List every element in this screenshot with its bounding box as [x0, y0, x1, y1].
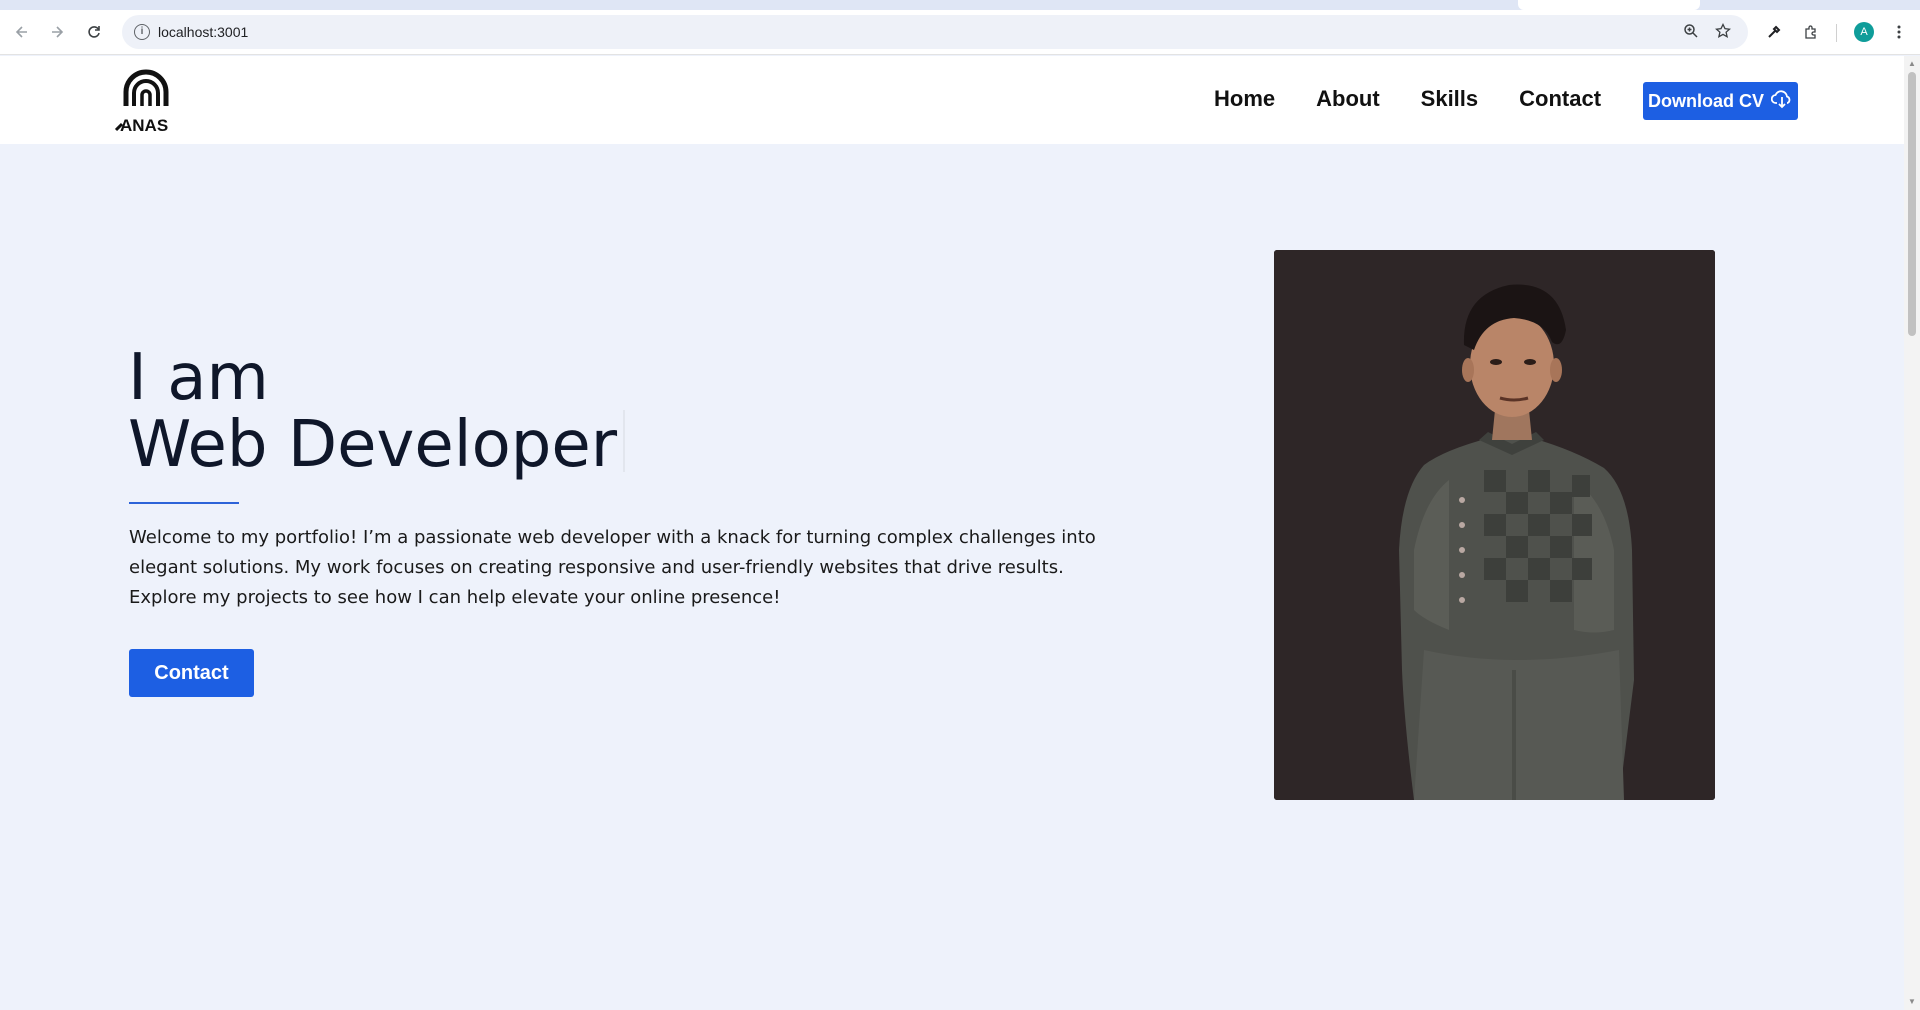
eyedropper-icon[interactable]	[1763, 21, 1785, 43]
zoom-icon[interactable]	[1682, 23, 1700, 41]
hero-title-line1: I am	[128, 341, 269, 415]
active-tab[interactable]	[1518, 0, 1700, 10]
profile-photo	[1274, 250, 1715, 800]
logo-text: ANAS	[120, 116, 168, 134]
url-text[interactable]: localhost:3001	[158, 24, 248, 40]
nav-skills[interactable]: Skills	[1421, 86, 1478, 112]
download-cv-button[interactable]: Download CV	[1643, 82, 1798, 120]
download-cv-label: Download CV	[1648, 90, 1764, 111]
nav-contact[interactable]: Contact	[1519, 86, 1601, 112]
page-scrollbar[interactable]: ▲ ▼	[1904, 56, 1920, 1010]
address-bar[interactable]: i localhost:3001	[122, 15, 1748, 49]
scrollbar-thumb[interactable]	[1908, 72, 1916, 336]
site-info-icon[interactable]: i	[134, 24, 150, 40]
profile-avatar[interactable]: A	[1854, 22, 1874, 42]
scroll-up-arrow-icon[interactable]: ▲	[1908, 60, 1916, 68]
back-icon[interactable]	[11, 21, 33, 43]
nav-links: Home About Skills Contact	[1214, 86, 1642, 112]
nav-about[interactable]: About	[1316, 86, 1380, 112]
hero-title: I am Web Developer	[128, 341, 626, 477]
site-navbar: ANAS Home About Skills Contact Download …	[0, 56, 1904, 144]
tab-strip	[0, 0, 1920, 10]
contact-button[interactable]: Contact	[129, 649, 254, 697]
toolbar-separator	[1836, 24, 1837, 42]
nav-home[interactable]: Home	[1214, 86, 1275, 112]
reload-icon[interactable]	[83, 21, 105, 43]
typing-caret	[623, 410, 626, 472]
hero-description: Welcome to my portfolio! I’m a passionat…	[129, 527, 1096, 608]
bookmark-star-icon[interactable]	[1714, 22, 1732, 41]
hero-role-text: Web Developer	[128, 408, 618, 482]
browser-toolbar: i localhost:3001 A	[0, 10, 1920, 55]
hero-title-line2: Web Developer	[128, 410, 626, 477]
cloud-download-icon	[1770, 89, 1793, 114]
menu-icon[interactable]	[1888, 21, 1910, 43]
extensions-icon[interactable]	[1800, 21, 1822, 43]
scroll-down-arrow-icon[interactable]: ▼	[1908, 998, 1916, 1006]
site-logo[interactable]: ANAS	[114, 68, 184, 135]
forward-icon[interactable]	[46, 21, 68, 43]
page-viewport: ANAS Home About Skills Contact Download …	[0, 56, 1904, 1010]
title-underline	[129, 502, 239, 504]
